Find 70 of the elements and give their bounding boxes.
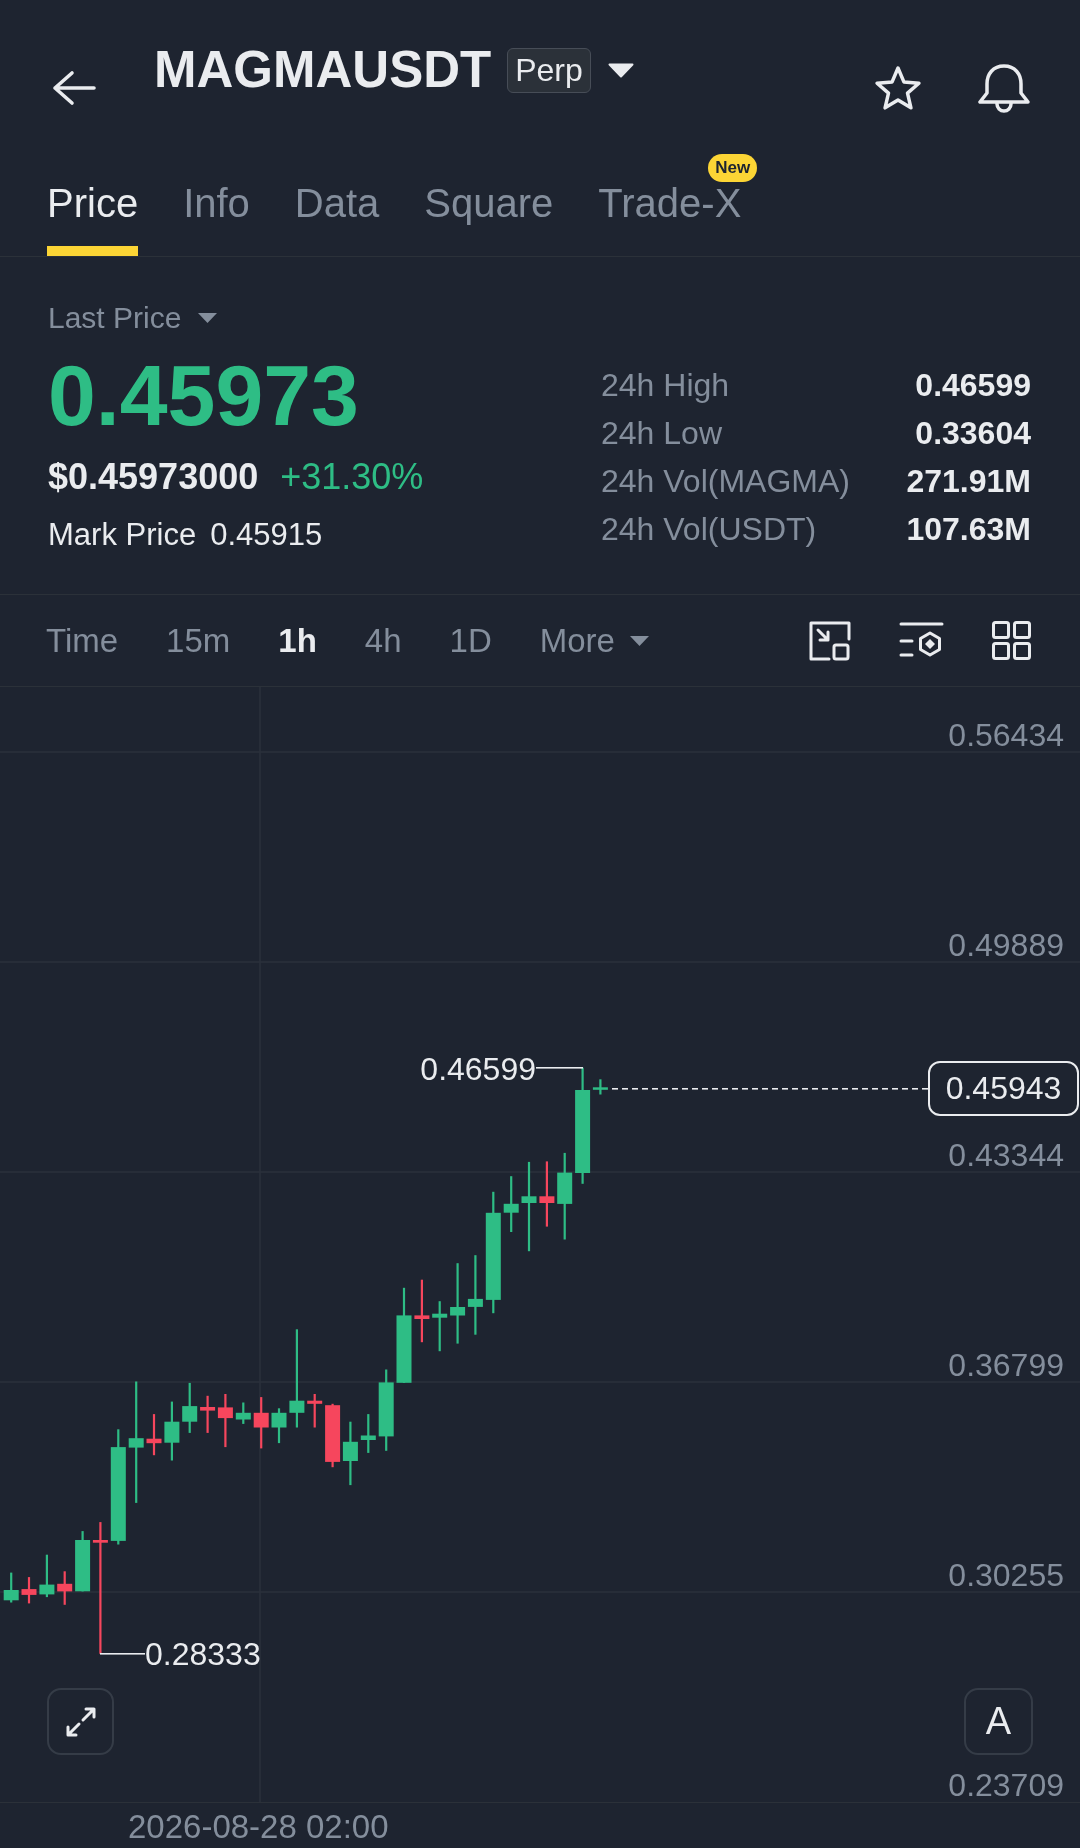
- price-axis-label: 0.56434: [948, 717, 1064, 753]
- stat-label: 24h Vol(MAGMA): [601, 462, 850, 500]
- candle: [57, 1571, 73, 1605]
- candle: [325, 1403, 341, 1468]
- tab[interactable]: Price: [47, 183, 139, 256]
- scale-mode-button[interactable]: A: [964, 1688, 1033, 1755]
- price-axis-label: 0.30255: [948, 1557, 1064, 1593]
- leader-line: [536, 1067, 583, 1069]
- candle: [39, 1554, 55, 1598]
- price-axis-label: 0.36799: [948, 1347, 1064, 1383]
- price-axis-label: 0.49889: [948, 927, 1064, 963]
- stat-label: 24h Vol(USDT): [601, 510, 817, 548]
- candle: [182, 1382, 198, 1433]
- pair-title: MAGMAUSDT: [154, 40, 492, 100]
- window-arrow-icon[interactable]: [809, 620, 851, 661]
- candle: [253, 1397, 269, 1449]
- mark-price-value: 0.45915: [210, 517, 323, 553]
- candle: [271, 1408, 287, 1444]
- interval-tab[interactable]: 4h: [364, 620, 402, 661]
- candle: [146, 1414, 162, 1456]
- price-axis-label: 0.43344: [948, 1137, 1064, 1173]
- candle: [360, 1414, 376, 1453]
- last-price: 0.45973: [48, 350, 359, 440]
- usd-price: $0.45973000: [48, 456, 259, 498]
- stat-label: 24h High: [601, 366, 730, 404]
- candle: [3, 1572, 19, 1603]
- stat-value: 107.63M: [906, 510, 1031, 548]
- price-axis-label: 0.23709: [948, 1767, 1064, 1803]
- candle: [235, 1402, 251, 1424]
- candle: [414, 1279, 430, 1343]
- candle: [200, 1395, 216, 1433]
- stat-value: 271.91M: [906, 462, 1031, 500]
- stat-value: 0.33604: [915, 414, 1031, 452]
- candle: [503, 1176, 519, 1232]
- current-price-label: 0.45943: [928, 1061, 1079, 1116]
- interval-tab[interactable]: 15m: [166, 620, 231, 661]
- candle: [432, 1301, 448, 1352]
- price-type-label[interactable]: Last Price: [48, 301, 182, 335]
- leader-line: [100, 1653, 145, 1655]
- contract-badge: Perp: [507, 47, 591, 93]
- mark-price-label: Mark Price: [48, 517, 197, 553]
- caret-icon: [628, 634, 650, 647]
- star-icon[interactable]: [873, 64, 923, 112]
- stat-value: 0.46599: [915, 366, 1031, 404]
- candle: [342, 1421, 358, 1486]
- expand-icon: [64, 1705, 97, 1738]
- candle: [217, 1394, 233, 1448]
- tab[interactable]: Square: [424, 183, 554, 256]
- tab[interactable]: Trade-X: [598, 183, 742, 256]
- new-badge: New: [708, 154, 758, 182]
- expand-button[interactable]: [47, 1688, 114, 1755]
- tab[interactable]: Data: [294, 183, 380, 256]
- back-icon[interactable]: [52, 70, 96, 106]
- price-change: +31.30%: [280, 456, 424, 498]
- more-menu-button[interactable]: More: [539, 620, 650, 661]
- grid-icon[interactable]: [992, 621, 1031, 660]
- high-price-label: 0.46599: [420, 1051, 536, 1087]
- interval-tab[interactable]: Time: [46, 620, 119, 661]
- interval-tab[interactable]: 1D: [449, 620, 492, 661]
- interval-tab[interactable]: 1h: [278, 620, 317, 661]
- low-price-label: 0.28333: [145, 1636, 261, 1672]
- caret-icon[interactable]: [607, 62, 634, 78]
- bell-icon[interactable]: [978, 62, 1030, 114]
- stat-label: 24h Low: [601, 414, 722, 452]
- tab[interactable]: Info: [183, 183, 250, 256]
- candle: [539, 1161, 555, 1227]
- candle: [164, 1401, 180, 1461]
- candle: [307, 1394, 323, 1428]
- time-axis-label: 2026-08-28 02:00: [128, 1809, 389, 1845]
- candle: [21, 1577, 37, 1604]
